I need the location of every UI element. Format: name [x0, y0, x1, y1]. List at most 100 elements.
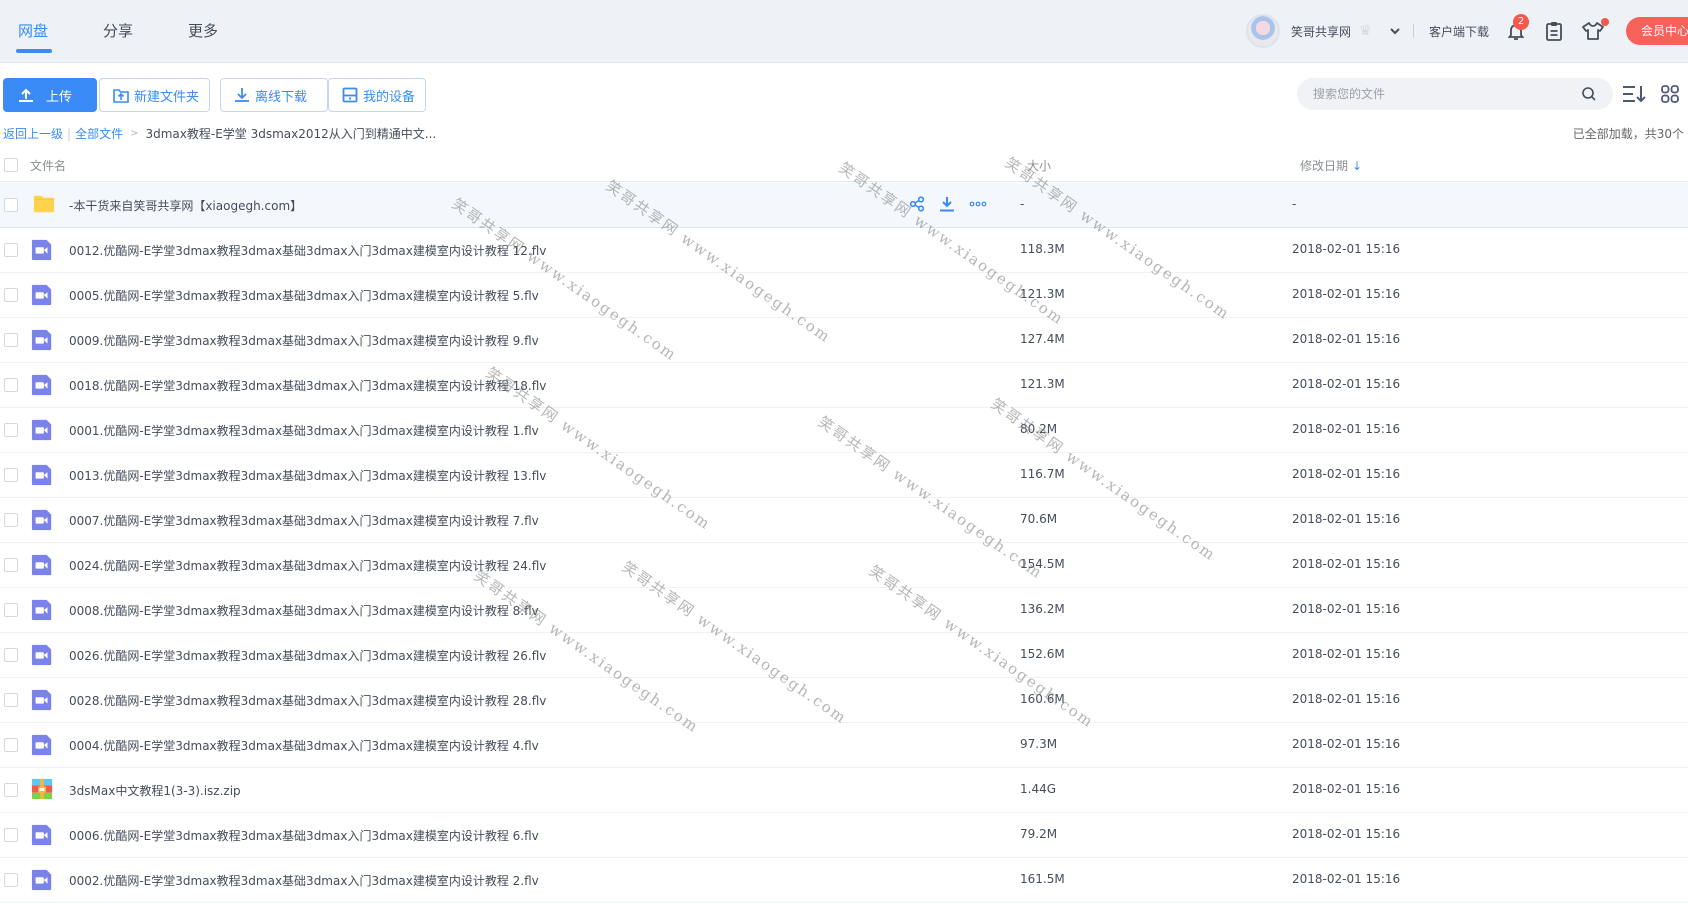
- video-file-icon: [31, 463, 55, 487]
- folder-icon: [31, 193, 55, 217]
- file-row[interactable]: 0026.优酷网-E学堂3dmax教程3dmax基础3dmax入门3dmax建模…: [0, 633, 1688, 678]
- video-file-icon: [31, 553, 55, 577]
- breadcrumb: 返回上一级 | 全部文件 > 3dmax教程-E学堂 3dsmax2012从入门…: [3, 125, 436, 142]
- file-name[interactable]: 0005.优酷网-E学堂3dmax教程3dmax基础3dmax入门3dmax建模…: [69, 287, 539, 304]
- sort-desc-icon: ↓: [1352, 159, 1363, 173]
- file-size: 80.2M: [1020, 422, 1058, 436]
- file-size: 160.6M: [1020, 692, 1065, 706]
- file-row[interactable]: 0001.优酷网-E学堂3dmax教程3dmax基础3dmax入门3dmax建模…: [0, 408, 1688, 453]
- file-row[interactable]: 0007.优酷网-E学堂3dmax教程3dmax基础3dmax入门3dmax建模…: [0, 498, 1688, 543]
- back-link[interactable]: 返回上一级: [3, 125, 63, 142]
- tab-more[interactable]: 更多: [188, 20, 218, 41]
- search-input[interactable]: [1297, 78, 1613, 110]
- row-checkbox[interactable]: [4, 738, 18, 752]
- file-row[interactable]: 0004.优酷网-E学堂3dmax教程3dmax基础3dmax入门3dmax建模…: [0, 723, 1688, 768]
- avatar[interactable]: [1246, 14, 1280, 48]
- file-size: 136.2M: [1020, 602, 1065, 616]
- offline-download-button[interactable]: 离线下载: [220, 78, 328, 112]
- my-devices-button[interactable]: 我的设备: [328, 78, 426, 112]
- row-checkbox[interactable]: [4, 288, 18, 302]
- file-row[interactable]: 0006.优酷网-E学堂3dmax教程3dmax基础3dmax入门3dmax建模…: [0, 813, 1688, 858]
- file-name[interactable]: 0006.优酷网-E学堂3dmax教程3dmax基础3dmax入门3dmax建模…: [69, 827, 539, 844]
- breadcrumb-divider: |: [67, 126, 72, 141]
- user-menu[interactable]: 笑哥共享网 ♛: [1246, 14, 1401, 48]
- file-row[interactable]: 0018.优酷网-E学堂3dmax教程3dmax基础3dmax入门3dmax建模…: [0, 363, 1688, 408]
- file-row[interactable]: 0024.优酷网-E学堂3dmax教程3dmax基础3dmax入门3dmax建模…: [0, 543, 1688, 588]
- file-name[interactable]: 0028.优酷网-E学堂3dmax教程3dmax基础3dmax入门3dmax建模…: [69, 692, 546, 709]
- file-row[interactable]: 0009.优酷网-E学堂3dmax教程3dmax基础3dmax入门3dmax建模…: [0, 318, 1688, 363]
- file-size: 116.7M: [1020, 467, 1065, 481]
- video-file-icon: [31, 328, 55, 352]
- file-name[interactable]: 0007.优酷网-E学堂3dmax教程3dmax基础3dmax入门3dmax建模…: [69, 512, 539, 529]
- new-folder-label: 新建文件夹: [134, 89, 200, 105]
- file-name[interactable]: 3dsMax中文教程1(3-3).isz.zip: [69, 782, 241, 799]
- file-row[interactable]: 0028.优酷网-E学堂3dmax教程3dmax基础3dmax入门3dmax建模…: [0, 678, 1688, 723]
- grid-view-icon[interactable]: [1661, 85, 1679, 103]
- row-checkbox[interactable]: [4, 378, 18, 392]
- client-download-link[interactable]: 客户端下载: [1429, 23, 1489, 40]
- file-name[interactable]: 0018.优酷网-E学堂3dmax教程3dmax基础3dmax入门3dmax建模…: [69, 377, 546, 394]
- file-name[interactable]: 0009.优酷网-E学堂3dmax教程3dmax基础3dmax入门3dmax建模…: [69, 332, 539, 349]
- row-checkbox[interactable]: [4, 648, 18, 662]
- search-icon[interactable]: [1581, 86, 1597, 102]
- file-row[interactable]: 0005.优酷网-E学堂3dmax教程3dmax基础3dmax入门3dmax建模…: [0, 273, 1688, 318]
- file-row[interactable]: 0012.优酷网-E学堂3dmax教程3dmax基础3dmax入门3dmax建模…: [0, 228, 1688, 273]
- row-checkbox[interactable]: [4, 468, 18, 482]
- my-devices-label: 我的设备: [363, 89, 416, 105]
- file-name[interactable]: 0026.优酷网-E学堂3dmax教程3dmax基础3dmax入门3dmax建模…: [69, 647, 546, 664]
- file-date: -: [1292, 197, 1297, 211]
- file-name[interactable]: 0024.优酷网-E学堂3dmax教程3dmax基础3dmax入门3dmax建模…: [69, 557, 546, 574]
- row-checkbox[interactable]: [4, 693, 18, 707]
- file-size: 127.4M: [1020, 332, 1065, 346]
- row-checkbox[interactable]: [4, 828, 18, 842]
- tab-netdisk[interactable]: 网盘: [18, 20, 48, 41]
- file-name[interactable]: 0002.优酷网-E学堂3dmax教程3dmax基础3dmax入门3dmax建模…: [69, 872, 539, 889]
- file-row[interactable]: 0008.优酷网-E学堂3dmax教程3dmax基础3dmax入门3dmax建模…: [0, 588, 1688, 633]
- row-checkbox[interactable]: [4, 558, 18, 572]
- file-size: 121.3M: [1020, 377, 1065, 391]
- column-header-name[interactable]: 文件名: [30, 157, 66, 174]
- file-name[interactable]: 0012.优酷网-E学堂3dmax教程3dmax基础3dmax入门3dmax建模…: [69, 242, 546, 259]
- download-icon[interactable]: [939, 196, 955, 215]
- tab-share[interactable]: 分享: [103, 20, 133, 41]
- row-checkbox[interactable]: [4, 873, 18, 887]
- file-size: 121.3M: [1020, 287, 1065, 301]
- share-icon[interactable]: [909, 196, 925, 215]
- column-header-size[interactable]: 大小: [1027, 157, 1051, 174]
- file-row[interactable]: 0002.优酷网-E学堂3dmax教程3dmax基础3dmax入门3dmax建模…: [0, 858, 1688, 903]
- select-all-checkbox[interactable]: [4, 158, 18, 172]
- file-date: 2018-02-01 15:16: [1292, 467, 1401, 481]
- file-name[interactable]: 0013.优酷网-E学堂3dmax教程3dmax基础3dmax入门3dmax建模…: [69, 467, 546, 484]
- row-checkbox[interactable]: [4, 333, 18, 347]
- video-file-icon: [31, 733, 55, 757]
- vip-center-button[interactable]: 会员中心: [1626, 17, 1688, 45]
- file-size: 152.6M: [1020, 647, 1065, 661]
- clipboard-icon[interactable]: [1545, 21, 1563, 41]
- file-name[interactable]: -本干货来自笑哥共享网【xiaogegh.com】: [69, 197, 302, 214]
- column-header-date-label: 修改日期: [1300, 159, 1349, 173]
- file-row[interactable]: -本干货来自笑哥共享网【xiaogegh.com】 - -: [0, 183, 1688, 228]
- row-checkbox[interactable]: [4, 198, 18, 212]
- chevron-down-icon[interactable]: [1389, 25, 1401, 37]
- row-checkbox[interactable]: [4, 423, 18, 437]
- file-name[interactable]: 0004.优酷网-E学堂3dmax教程3dmax基础3dmax入门3dmax建模…: [69, 737, 539, 754]
- row-checkbox[interactable]: [4, 513, 18, 527]
- active-tab-indicator: [16, 49, 52, 53]
- notification-badge: 2: [1513, 14, 1529, 30]
- column-header-date[interactable]: 修改日期 ↓: [1300, 157, 1362, 174]
- file-name[interactable]: 0001.优酷网-E学堂3dmax教程3dmax基础3dmax入门3dmax建模…: [69, 422, 539, 439]
- row-checkbox[interactable]: [4, 603, 18, 617]
- upload-button[interactable]: 上传: [3, 78, 97, 112]
- file-name[interactable]: 0008.优酷网-E学堂3dmax教程3dmax基础3dmax入门3dmax建模…: [69, 602, 539, 619]
- sort-icon[interactable]: [1622, 84, 1646, 104]
- new-folder-button[interactable]: 新建文件夹: [99, 78, 210, 112]
- row-checkbox[interactable]: [4, 243, 18, 257]
- all-files-link[interactable]: 全部文件: [75, 125, 123, 142]
- file-row[interactable]: 3dsMax中文教程1(3-3).isz.zip 1.44G 2018-02-01 …: [0, 768, 1688, 813]
- file-row[interactable]: 0013.优酷网-E学堂3dmax教程3dmax基础3dmax入门3dmax建模…: [0, 453, 1688, 498]
- vip-crown-icon: ♛: [1359, 23, 1372, 39]
- row-checkbox[interactable]: [4, 783, 18, 797]
- video-file-icon: [31, 688, 55, 712]
- more-icon[interactable]: [969, 196, 987, 215]
- device-icon: [342, 87, 358, 103]
